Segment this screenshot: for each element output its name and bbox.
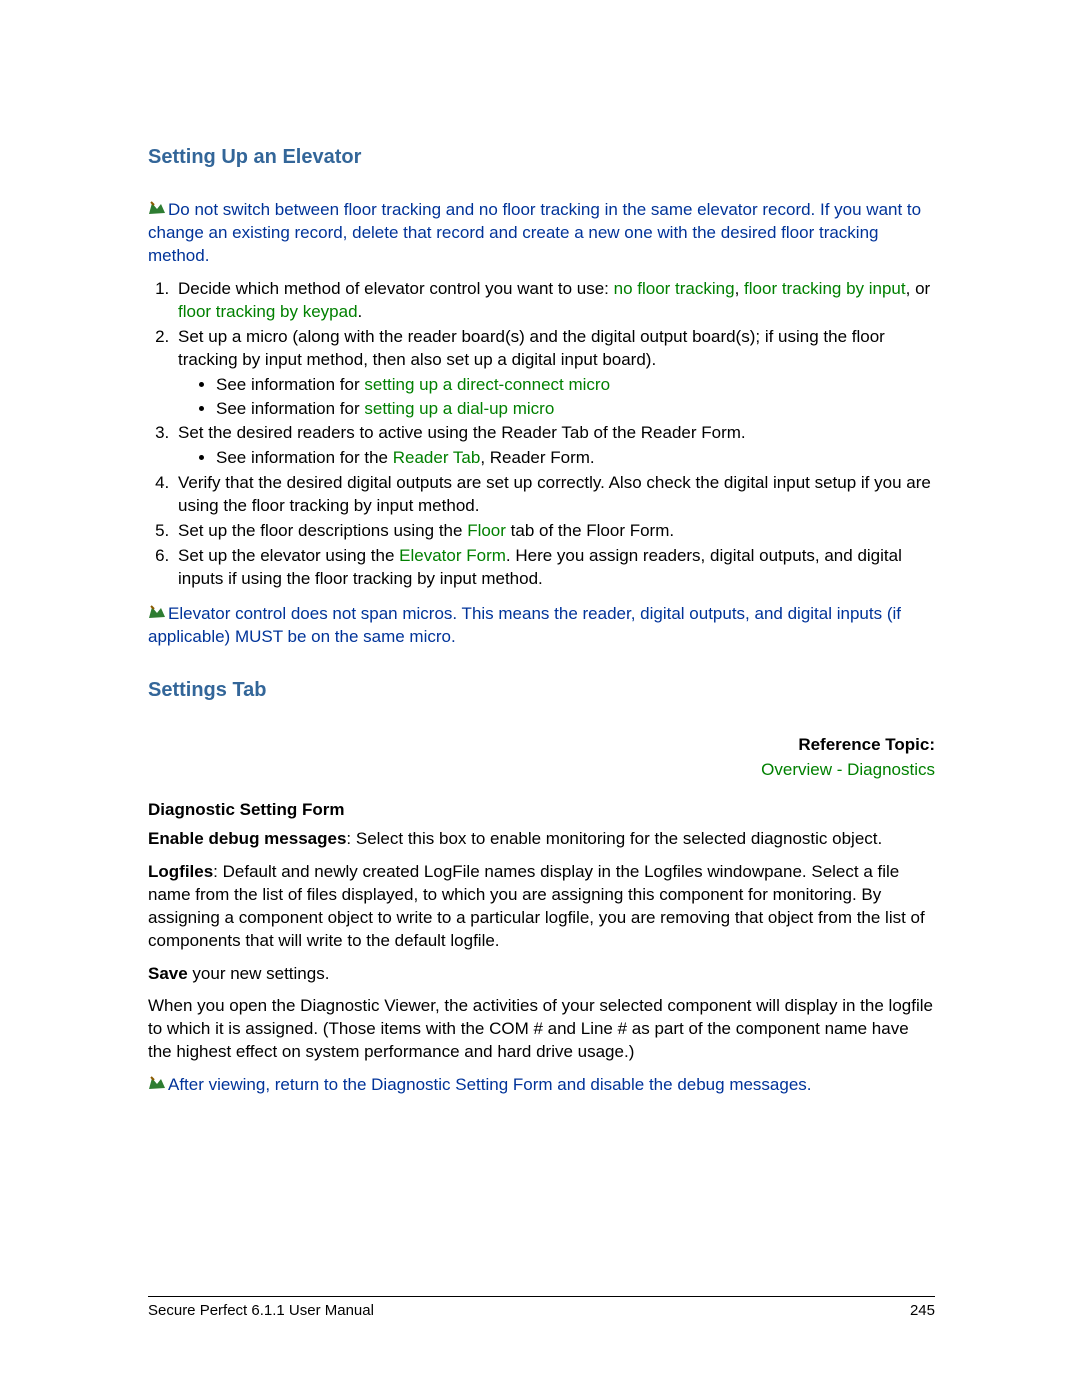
heading-settings-tab: Settings Tab	[148, 677, 935, 704]
step-text: Set the desired readers to active using …	[178, 423, 746, 442]
note-icon	[148, 201, 166, 215]
step-5: Set up the floor descriptions using the …	[174, 520, 935, 543]
paragraph-diagnostic-viewer: When you open the Diagnostic Viewer, the…	[148, 995, 935, 1064]
paragraph-logfiles: Logfiles: Default and newly created LogF…	[148, 861, 935, 953]
link-floor[interactable]: Floor	[467, 521, 506, 540]
step-text: Set up the elevator using the	[178, 546, 399, 565]
paragraph-save: Save your new settings.	[148, 963, 935, 986]
link-floor-tracking-by-input[interactable]: floor tracking by input	[744, 279, 906, 298]
reference-topic-label: Reference Topic:	[148, 732, 935, 758]
note-text: After viewing, return to the Diagnostic …	[168, 1075, 812, 1094]
note-text: Elevator control does not span micros. T…	[148, 604, 901, 646]
paragraph-text: your new settings.	[188, 964, 330, 983]
step-text: , or	[906, 279, 931, 298]
step-text: Set up a micro (along with the reader bo…	[178, 327, 885, 369]
reference-topic-block: Reference Topic: Overview - Diagnostics	[148, 732, 935, 783]
heading-setting-up-elevator: Setting Up an Elevator	[148, 144, 935, 171]
paragraph-text: : Default and newly created LogFile name…	[148, 862, 925, 950]
bullet-text: , Reader Form.	[480, 448, 594, 467]
link-elevator-form[interactable]: Elevator Form	[399, 546, 506, 565]
paragraph-enable-debug: Enable debug messages: Select this box t…	[148, 828, 935, 851]
step-2-sublist: See information for setting up a direct-…	[216, 374, 935, 421]
link-dial-up-micro[interactable]: setting up a dial-up micro	[364, 399, 554, 418]
link-no-floor-tracking[interactable]: no floor tracking	[614, 279, 735, 298]
link-reader-tab[interactable]: Reader Tab	[393, 448, 481, 467]
footer-page-number: 245	[910, 1301, 935, 1321]
bullet-text: See information for	[216, 399, 364, 418]
note-icon	[148, 605, 166, 619]
list-item: See information for the Reader Tab, Read…	[216, 447, 935, 470]
step-text: Verify that the desired digital outputs …	[178, 473, 931, 515]
paragraph-text: : Select this box to enable monitoring f…	[346, 829, 882, 848]
step-6: Set up the elevator using the Elevator F…	[174, 545, 935, 591]
note-text: Do not switch between floor tracking and…	[148, 200, 921, 265]
list-item: See information for setting up a dial-up…	[216, 398, 935, 421]
link-overview-diagnostics[interactable]: Overview - Diagnostics	[761, 760, 935, 779]
page-footer: Secure Perfect 6.1.1 User Manual 245	[148, 1296, 935, 1321]
note-disable-debug: After viewing, return to the Diagnostic …	[148, 1074, 935, 1097]
note-icon	[148, 1076, 166, 1090]
list-item: See information for setting up a direct-…	[216, 374, 935, 397]
link-floor-tracking-by-keypad[interactable]: floor tracking by keypad	[178, 302, 358, 321]
step-text: ,	[735, 279, 744, 298]
step-text: Set up the floor descriptions using the	[178, 521, 467, 540]
note-same-micro: Elevator control does not span micros. T…	[148, 603, 935, 649]
step-3: Set the desired readers to active using …	[174, 422, 935, 470]
footer-title: Secure Perfect 6.1.1 User Manual	[148, 1301, 374, 1321]
steps-list: Decide which method of elevator control …	[148, 278, 935, 591]
bold-save: Save	[148, 964, 188, 983]
bold-enable-debug: Enable debug messages	[148, 829, 346, 848]
link-direct-connect-micro[interactable]: setting up a direct-connect micro	[364, 375, 610, 394]
step-1: Decide which method of elevator control …	[174, 278, 935, 324]
bullet-text: See information for the	[216, 448, 393, 467]
document-page: Setting Up an Elevator Do not switch bet…	[0, 0, 1080, 1397]
step-4: Verify that the desired digital outputs …	[174, 472, 935, 518]
subheading-diagnostic-setting-form: Diagnostic Setting Form	[148, 799, 935, 822]
step-text: .	[358, 302, 363, 321]
step-text: tab of the Floor Form.	[506, 521, 674, 540]
step-text: Decide which method of elevator control …	[178, 279, 614, 298]
step-2: Set up a micro (along with the reader bo…	[174, 326, 935, 421]
step-3-sublist: See information for the Reader Tab, Read…	[216, 447, 935, 470]
bold-logfiles: Logfiles	[148, 862, 213, 881]
note-floor-tracking-warning: Do not switch between floor tracking and…	[148, 199, 935, 268]
bullet-text: See information for	[216, 375, 364, 394]
